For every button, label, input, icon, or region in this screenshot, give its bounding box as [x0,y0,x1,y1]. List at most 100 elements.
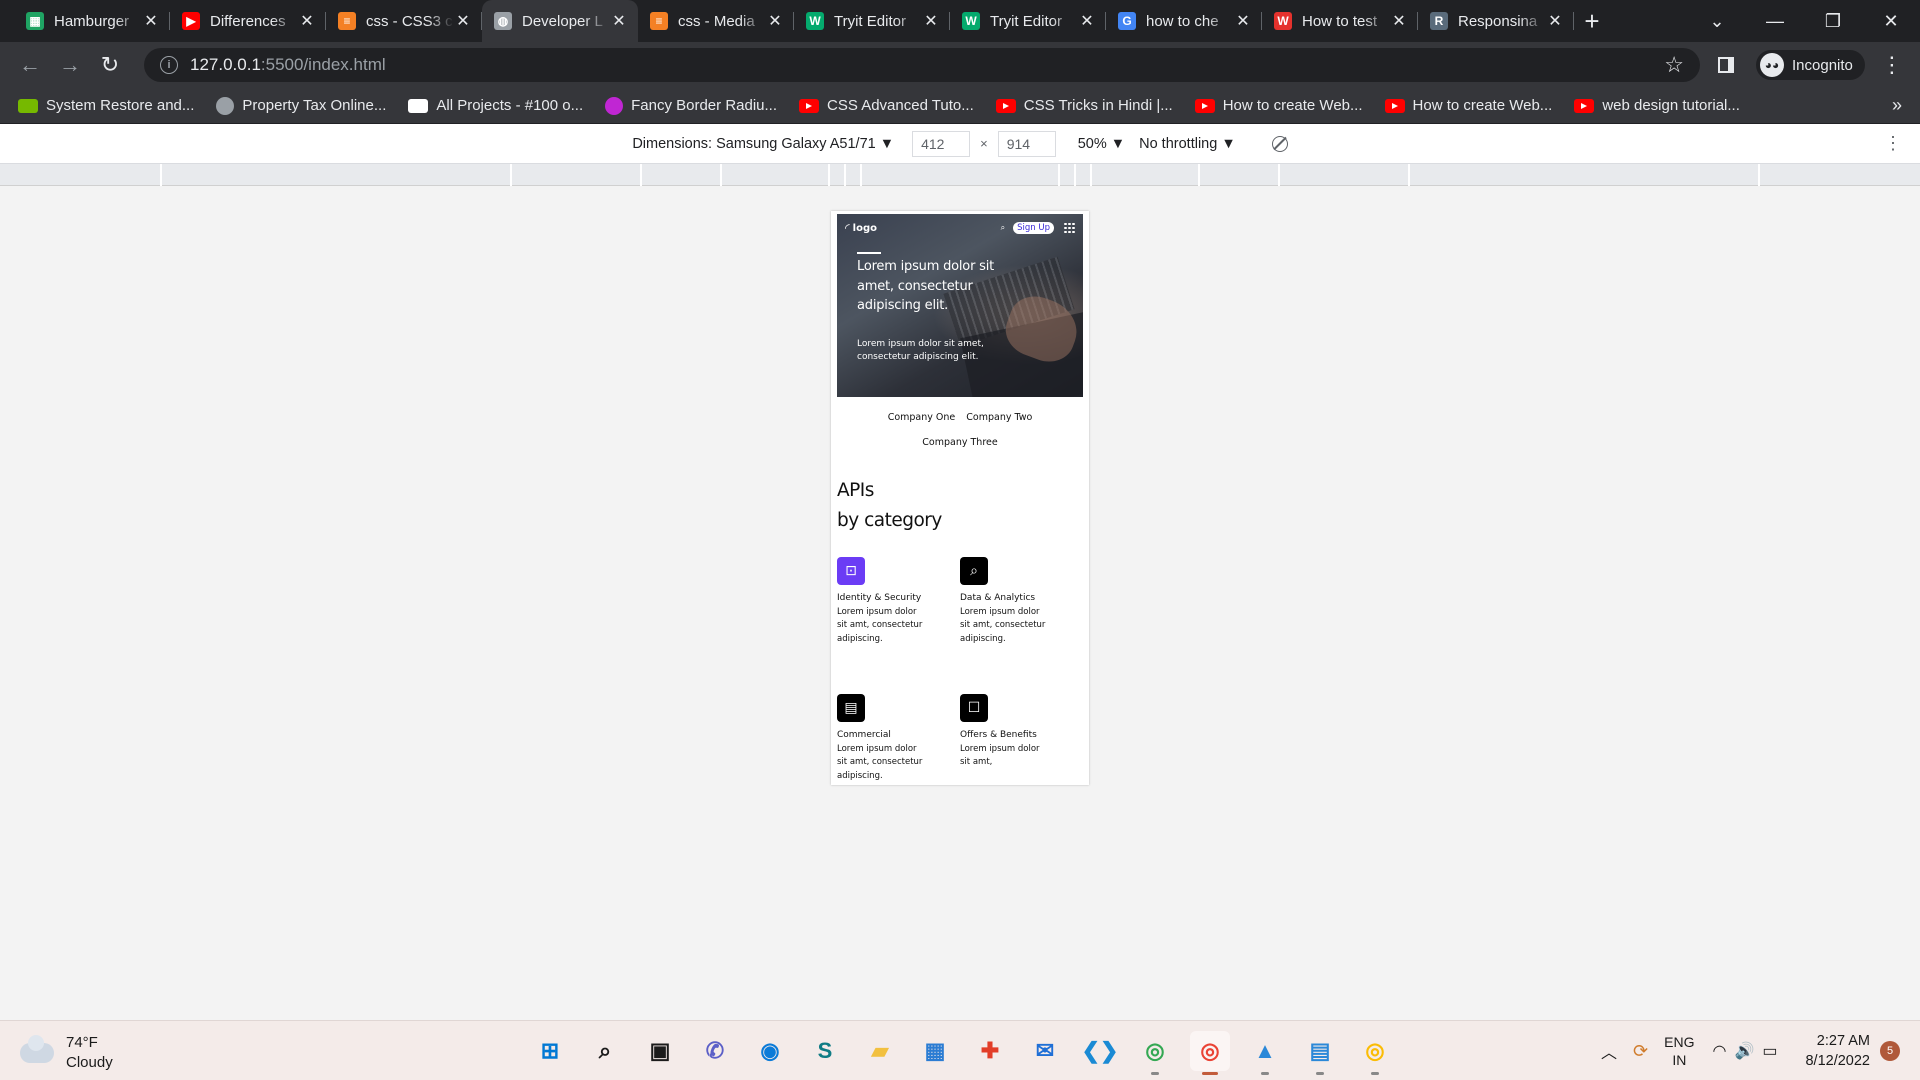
browser-tab[interactable]: ≡ css - Media ✕ [638,0,794,42]
address-bar[interactable]: i 127.0.0.1:5500/index.html ☆ [144,48,1700,82]
taskbar-app[interactable]: ◎ [1135,1031,1175,1075]
taskbar-app[interactable]: ◉ [750,1031,790,1071]
bookmark-item[interactable]: web design tutorial... [1574,97,1740,114]
tab-title: Tryit Editor [834,12,906,30]
tab-search-button[interactable]: ⌄ [1688,0,1746,42]
system-tray: ︿ ⟳ ENG IN ◠🔊▭ 2:27 AM 8/12/2022 5 [1601,1031,1900,1071]
bookmark-item[interactable]: All Projects - #100 o... [408,97,583,114]
bookmark-item[interactable]: Property Tax Online... [216,96,386,115]
running-indicator [1316,1072,1324,1075]
taskbar-app[interactable]: ▣ [640,1031,680,1071]
category-card[interactable]: ▤ Commercial Lorem ipsum dolor sit amt, … [837,694,927,783]
bookmark-item[interactable]: How to create Web... [1384,97,1552,114]
browser-tab[interactable]: W Tryit Editor ✕ [794,0,950,42]
bookmark-item[interactable]: System Restore and... [18,97,194,114]
network-volume-battery-icons[interactable]: ◠🔊▭ [1712,1041,1785,1061]
taskbar-app[interactable]: ▰ [860,1031,900,1071]
browser-tab[interactable]: R Responsina ✕ [1418,0,1574,42]
incognito-badge[interactable]: ◕◕ Incognito [1756,50,1865,80]
reload-button[interactable]: ↻ [92,47,128,83]
close-icon[interactable]: ✕ [454,11,472,31]
close-icon[interactable]: ✕ [1390,11,1408,31]
browser-tab[interactable]: W Tryit Editor ✕ [950,0,1106,42]
browser-tab[interactable]: W How to test ✕ [1262,0,1418,42]
bookmark-item[interactable]: CSS Tricks in Hindi |... [995,97,1173,114]
bookmark-star-icon[interactable]: ☆ [1664,52,1684,78]
taskbar-app[interactable]: ✉ [1025,1031,1065,1071]
taskbar-app[interactable]: ✚ [970,1031,1010,1071]
close-icon[interactable]: ✕ [1234,11,1252,31]
search-icon[interactable]: ⌕ [1001,223,1005,233]
category-description: Lorem ipsum dolor sit amt, [960,743,1040,768]
clock[interactable]: 2:27 AM 8/12/2022 [1805,1031,1870,1071]
company-name: Company Two [966,412,1033,423]
taskbar-app[interactable]: S [805,1031,845,1071]
taskbar-app[interactable]: ❮❯ [1080,1031,1120,1071]
restore-button[interactable]: ❐ [1804,0,1862,42]
toolbar-right: ◕◕ Incognito ⋮ [1718,50,1903,80]
browser-tab[interactable]: ▦ Hamburger ✕ [14,0,170,42]
forward-button[interactable]: → [52,47,88,83]
hero-section: ◜ logo ⌕ Sign Up Lorem ipsum dolor sit a… [837,214,1083,397]
close-icon[interactable]: ✕ [298,11,316,31]
close-icon[interactable]: ✕ [610,11,628,31]
close-icon[interactable]: ✕ [766,11,784,31]
taskbar-app[interactable]: ◎ [1190,1031,1230,1075]
app-grid-icon[interactable] [1064,222,1075,234]
taskbar-app[interactable]: ▲ [1245,1031,1285,1075]
zoom-select[interactable]: 50% ▼ [1078,136,1125,152]
chrome-profile-icon: ◎ [1200,1038,1220,1063]
category-card[interactable]: ⊡ Identity & Security Lorem ipsum dolor … [837,557,927,646]
globe-icon [216,96,235,115]
close-window-button[interactable]: ✕ [1862,0,1920,42]
ruler-tick [160,164,162,186]
ruler-tick [1198,164,1200,186]
device-toolbar-menu-icon[interactable]: ⋮ [1884,133,1902,154]
window-controls: ⌄ — ❐ ✕ [1688,0,1920,42]
bookmark-item[interactable]: CSS Advanced Tuto... [799,97,974,114]
notification-badge[interactable]: 5 [1880,1041,1900,1061]
bookmark-item[interactable]: Fancy Border Radiu... [605,96,777,115]
browser-tab[interactable]: Ghow to che ✕ [1106,0,1262,42]
chevron-up-icon[interactable]: ︿ [1601,1039,1617,1063]
company-name: Company One [887,412,956,423]
close-icon[interactable]: ✕ [1078,11,1096,31]
new-tab-button[interactable]: + [1574,0,1610,42]
close-icon[interactable]: ✕ [1546,11,1564,31]
taskbar-app[interactable]: ▤ [1300,1031,1340,1075]
browser-tab[interactable]: ≡ css - CSS3 c ✕ [326,0,482,42]
taskbar-app[interactable]: ▦ [915,1031,955,1071]
category-card[interactable]: ☐ Offers & Benefits Lorem ipsum dolor si… [960,694,1050,770]
browser-tab[interactable]: ▶ Differences ✕ [170,0,326,42]
taskbar-app[interactable]: ⌕ [585,1031,625,1071]
taskbar: 74°F Cloudy ⊞ ⌕ ▣ ✆ ◉ S ▰ ▦ ✚ ✉ ❮❯ ◎ ◎ ▲ ▤ ◎ ︿ ⟳ ENG IN… [0,1020,1920,1080]
bookmarks-overflow-button[interactable]: » [1892,95,1902,116]
site-info-icon[interactable]: i [160,56,178,74]
region-code: IN [1672,1052,1687,1068]
logo-text[interactable]: logo [853,223,877,234]
category-card[interactable]: ⌕ Data & Analytics Lorem ipsum dolor sit… [960,557,1050,646]
close-icon[interactable]: ✕ [142,11,160,31]
rotate-icon[interactable] [1271,135,1288,152]
side-panel-icon[interactable] [1718,57,1734,73]
device-select[interactable]: Dimensions: Samsung Galaxy A51/71 ▼ [632,136,894,152]
minimize-button[interactable]: — [1746,0,1804,42]
viewport-height-input[interactable]: 914 [997,130,1056,157]
media-query-ruler[interactable] [0,164,1920,186]
close-icon[interactable]: ✕ [922,11,940,31]
browser-menu-icon[interactable]: ⋮ [1881,52,1903,78]
bookmark-item[interactable]: How to create Web... [1194,97,1363,114]
incognito-icon: ◕◕ [1760,53,1784,77]
back-button[interactable]: ← [12,47,48,83]
sync-icon[interactable]: ⟳ [1633,1041,1648,1062]
taskbar-app[interactable]: ⊞ [530,1031,570,1071]
taskbar-app[interactable]: ◎ [1355,1031,1395,1075]
weather-widget[interactable]: 74°F Cloudy [20,1033,113,1073]
sign-up-button[interactable]: Sign Up [1013,222,1054,234]
taskbar-app[interactable]: ✆ [695,1031,735,1071]
logo-icon[interactable]: ◜ [845,221,850,235]
browser-tab[interactable]: ◍ Developer L ✕ [482,0,638,42]
viewport-width-input[interactable]: 412 [912,130,971,157]
throttling-select[interactable]: No throttling ▼ [1139,136,1236,152]
language-indicator[interactable]: ENG IN [1664,1033,1694,1069]
